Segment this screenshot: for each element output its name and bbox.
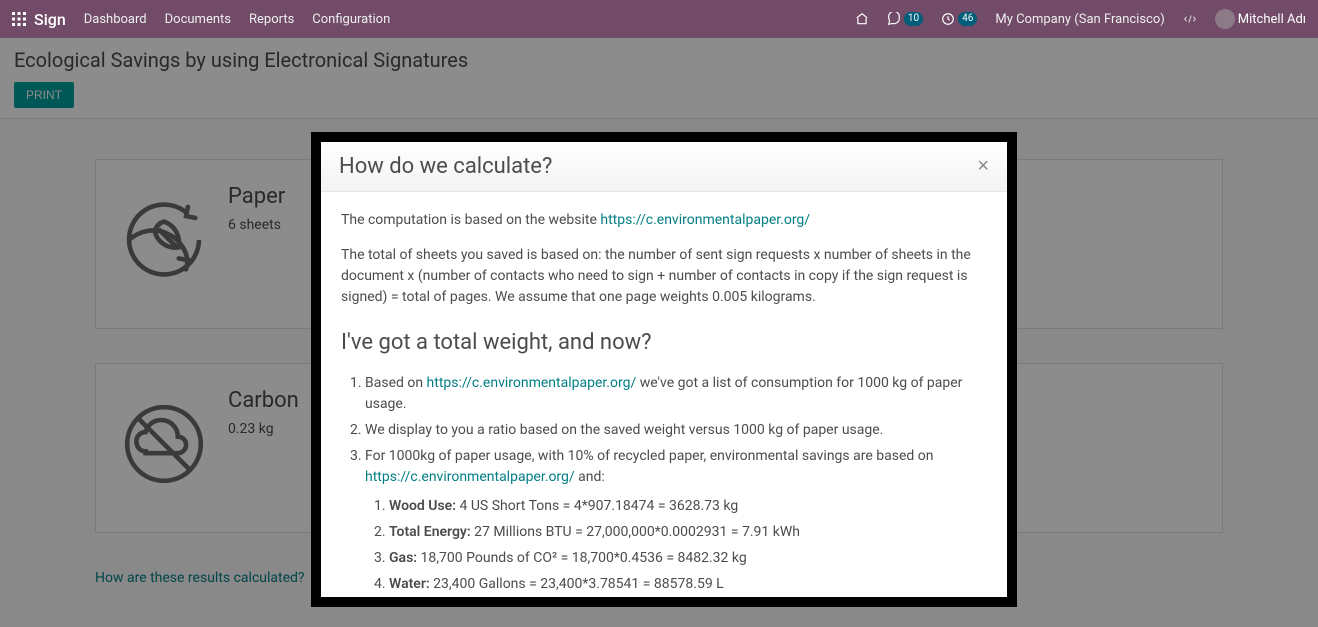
- activities-icon[interactable]: 46: [941, 12, 977, 26]
- modal-intro-prefix: The computation is based on the website: [341, 212, 600, 228]
- messages-badge: 10: [904, 12, 923, 26]
- sub4-label: Water:: [389, 576, 430, 592]
- sub2-text: 27 Millions BTU = 27,000,000*0.0002931 =…: [471, 524, 800, 540]
- sub4-text: 23,400 Gallons = 23,400*3.78541 = 88578.…: [430, 576, 724, 592]
- modal-intro: The computation is based on the website …: [341, 210, 987, 231]
- nav-brand[interactable]: Sign: [12, 10, 66, 29]
- nav-item-documents[interactable]: Documents: [165, 12, 231, 27]
- nav-left: Sign Dashboard Documents Reports Configu…: [12, 10, 390, 29]
- modal-title: How do we calculate?: [339, 154, 552, 179]
- modal-wrap: How do we calculate? × The computation i…: [311, 132, 1017, 607]
- list-item: For 1000kg of paper usage, with 10% of r…: [365, 446, 987, 595]
- close-icon[interactable]: ×: [977, 155, 989, 178]
- nav-item-dashboard[interactable]: Dashboard: [84, 12, 147, 27]
- list-item: Based on https://c.environmentalpaper.or…: [365, 373, 987, 415]
- nav-item-reports[interactable]: Reports: [249, 12, 294, 27]
- brand-label[interactable]: Sign: [34, 10, 66, 29]
- user-name: Mitchell Adı: [1238, 12, 1306, 27]
- debug-icon[interactable]: [1183, 12, 1197, 26]
- activities-badge: 46: [958, 12, 977, 26]
- modal-subheading: I've got a total weight, and now?: [341, 326, 987, 359]
- li1-link[interactable]: https://c.environmentalpaper.org/: [427, 375, 637, 391]
- li3-prefix: For 1000kg of paper usage, with 10% of r…: [365, 448, 933, 464]
- user-menu[interactable]: Mitchell Adı: [1215, 9, 1306, 29]
- top-navbar: Sign Dashboard Documents Reports Configu…: [0, 0, 1318, 38]
- modal-header: How do we calculate? ×: [321, 142, 1007, 192]
- modal-intro-link[interactable]: https://c.environmentalpaper.org/: [600, 212, 810, 228]
- apps-icon[interactable]: [12, 12, 26, 26]
- company-switcher[interactable]: My Company (San Francisco): [995, 12, 1164, 27]
- sub3-text: 18,700 Pounds of CO² = 18,700*0.4536 = 8…: [417, 550, 747, 566]
- li1-prefix: Based on: [365, 375, 427, 391]
- sub2-label: Total Energy:: [389, 524, 471, 540]
- avatar: [1215, 9, 1235, 29]
- modal: How do we calculate? × The computation i…: [321, 142, 1007, 597]
- nav-item-configuration[interactable]: Configuration: [312, 12, 390, 27]
- list-item: Total Energy: 27 Millions BTU = 27,000,0…: [389, 522, 987, 543]
- sub3-label: Gas:: [389, 550, 417, 566]
- list-item: Water: 23,400 Gallons = 23,400*3.78541 =…: [389, 574, 987, 595]
- modal-body: The computation is based on the website …: [321, 192, 1007, 597]
- li3-link[interactable]: https://c.environmentalpaper.org/: [365, 469, 575, 485]
- home-icon[interactable]: [855, 12, 869, 26]
- li3-suffix: and:: [575, 469, 605, 485]
- modal-sheets-desc: The total of sheets you saved is based o…: [341, 245, 987, 308]
- messages-icon[interactable]: 10: [887, 12, 923, 26]
- sub1-label: Wood Use:: [389, 498, 456, 514]
- list-item: We display to you a ratio based on the s…: [365, 420, 987, 441]
- modal-sublist: Wood Use: 4 US Short Tons = 4*907.18474 …: [365, 496, 987, 595]
- sub1-text: 4 US Short Tons = 4*907.18474 = 3628.73 …: [456, 498, 738, 514]
- list-item: Gas: 18,700 Pounds of CO² = 18,700*0.453…: [389, 548, 987, 569]
- nav-right: 10 46 My Company (San Francisco) Mitchel…: [855, 9, 1306, 29]
- modal-list: Based on https://c.environmentalpaper.or…: [341, 373, 987, 595]
- list-item: Wood Use: 4 US Short Tons = 4*907.18474 …: [389, 496, 987, 517]
